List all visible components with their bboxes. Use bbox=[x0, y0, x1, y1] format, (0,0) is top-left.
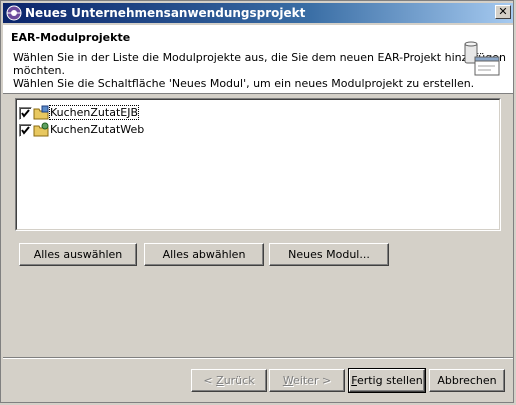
ejb-project-icon bbox=[33, 105, 49, 120]
back-label: urück bbox=[223, 374, 255, 387]
deselect-all-button[interactable]: Alles abwählen bbox=[144, 243, 264, 266]
window-title: Neues Unternehmensanwendungsprojekt bbox=[25, 6, 306, 20]
select-all-button[interactable]: Alles auswählen bbox=[19, 243, 137, 266]
back-button[interactable]: < Zurück bbox=[191, 369, 267, 392]
module-checkbox[interactable] bbox=[19, 107, 32, 120]
back-prefix: < bbox=[203, 374, 217, 387]
module-label: KuchenZutatWeb bbox=[50, 123, 145, 136]
close-button[interactable]: ✕ bbox=[495, 5, 511, 19]
web-project-icon bbox=[33, 122, 49, 137]
back-mnemonic: Z bbox=[216, 374, 224, 387]
close-icon: ✕ bbox=[498, 5, 508, 18]
page-title: EAR-Modulprojekte bbox=[11, 31, 131, 44]
finish-button[interactable]: Fertig stellen bbox=[348, 368, 426, 393]
checkmark-icon bbox=[21, 126, 30, 135]
wizard-banner: EAR-Modulprojekte Wählen Sie in der List… bbox=[3, 25, 513, 94]
next-label: eiter > bbox=[293, 374, 332, 387]
finish-label: ertig stellen bbox=[356, 374, 423, 387]
next-mnemonic: W bbox=[282, 374, 294, 387]
eclipse-app-icon bbox=[6, 5, 22, 21]
button-bar-separator bbox=[3, 357, 513, 359]
module-project-list[interactable]: KuchenZutatEJB KuchenZutatWeb bbox=[15, 98, 501, 231]
checkmark-icon bbox=[21, 109, 30, 118]
description-line: Wählen Sie die Schaltfläche 'Neues Modul… bbox=[13, 77, 475, 90]
description-line: möchten. bbox=[13, 64, 66, 77]
page-description: Wählen Sie in der Liste die Modulprojekt… bbox=[13, 51, 506, 90]
title-bar[interactable]: Neues Unternehmensanwendungsprojekt ✕ bbox=[3, 3, 513, 23]
new-module-button[interactable]: Neues Modul... bbox=[269, 243, 389, 266]
ear-wizard-icon bbox=[464, 41, 500, 76]
module-checkbox[interactable] bbox=[19, 124, 32, 137]
cancel-button[interactable]: Abbrechen bbox=[429, 369, 505, 392]
description-line: Wählen Sie in der Liste die Modulprojekt… bbox=[13, 51, 506, 64]
wizard-window: Neues Unternehmensanwendungsprojekt ✕ EA… bbox=[0, 0, 514, 403]
next-button[interactable]: Weiter > bbox=[269, 369, 345, 392]
module-label: KuchenZutatEJB bbox=[48, 105, 140, 120]
